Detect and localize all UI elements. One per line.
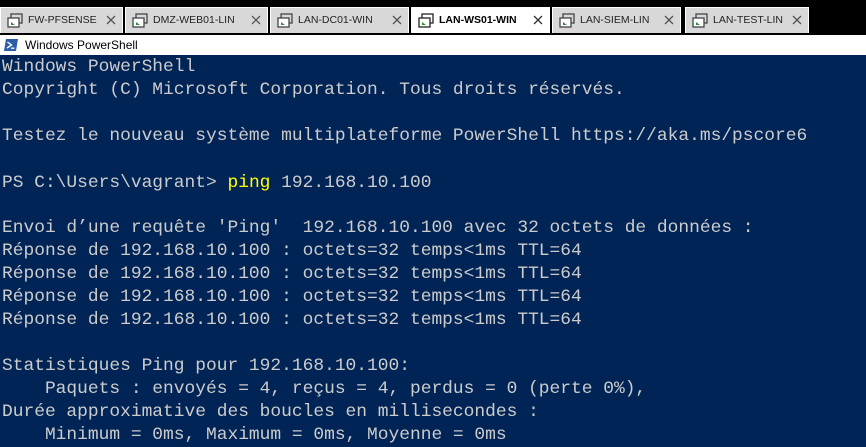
vm-tab-bar: FW-PFSENSE DMZ-WEB01-LIN LAN-DC01-WIN LA… [0,0,866,35]
console-copyright-line: Copyright (C) Microsoft Corporation. Tou… [2,80,625,100]
close-icon[interactable] [391,14,403,26]
close-icon[interactable] [663,14,675,26]
tab-lan-ws01-win[interactable]: LAN-WS01-WIN [411,7,550,33]
ping-reply-line: Réponse de 192.168.10.100 : octets=32 te… [2,310,582,330]
console-promo-line: Testez le nouveau système multiplateform… [2,126,808,146]
command-line[interactable]: PS C:\Users\vagrant> ping 192.168.10.100 [2,172,431,194]
vm-icon [277,13,293,28]
tab-label: LAN-WS01-WIN [439,14,517,26]
rtt-values: Minimum = 0ms, Maximum = 0ms, Moyenne = … [2,425,507,445]
vm-icon [559,13,575,28]
tab-label: LAN-DC01-WIN [298,14,373,26]
ping-stats-title: Statistiques Ping pour 192.168.10.100: [2,356,410,376]
close-icon[interactable] [532,14,544,26]
tab-lan-test-lin[interactable]: LAN-TEST-LIN [685,7,809,33]
prompt-text: PS C:\Users\vagrant> [2,173,228,193]
ping-reply-line: Réponse de 192.168.10.100 : octets=32 te… [2,241,582,261]
tab-lan-siem-lin[interactable]: LAN-SIEM-LIN [552,7,681,33]
rtt-title: Durée approximative des boucles en milli… [2,402,539,422]
vm-icon [7,13,23,28]
command-text: ping [227,173,271,193]
powershell-console[interactable]: Windows PowerShell Copyright (C) Microso… [0,55,866,447]
command-args: 192.168.10.100 [270,173,432,193]
tab-label: DMZ-WEB01-LIN [153,14,235,26]
ping-reply-line: Réponse de 192.168.10.100 : octets=32 te… [2,287,582,307]
ping-header-line: Envoi d’une requête 'Ping' 192.168.10.10… [2,218,754,238]
tab-dmz-web01-lin[interactable]: DMZ-WEB01-LIN [125,7,268,33]
close-icon[interactable] [791,14,803,26]
tab-label: LAN-TEST-LIN [713,14,784,26]
tab-label: LAN-SIEM-LIN [580,14,650,26]
powershell-icon [4,39,18,51]
vm-icon [132,13,148,28]
close-icon[interactable] [105,14,117,26]
tab-fw-pfsense[interactable]: FW-PFSENSE [0,7,123,33]
ping-reply-line: Réponse de 192.168.10.100 : octets=32 te… [2,264,582,284]
ping-stats-packets: Paquets : envoyés = 4, reçus = 4, perdus… [2,379,647,399]
tab-label: FW-PFSENSE [28,14,97,26]
window-title-bar[interactable]: Windows PowerShell [0,35,866,55]
tab-lan-dc01-win[interactable]: LAN-DC01-WIN [270,7,409,33]
window-title: Windows PowerShell [25,38,138,52]
close-icon[interactable] [250,14,262,26]
vm-icon [418,13,434,28]
console-header-line: Windows PowerShell [2,57,196,77]
vm-icon [692,13,708,28]
